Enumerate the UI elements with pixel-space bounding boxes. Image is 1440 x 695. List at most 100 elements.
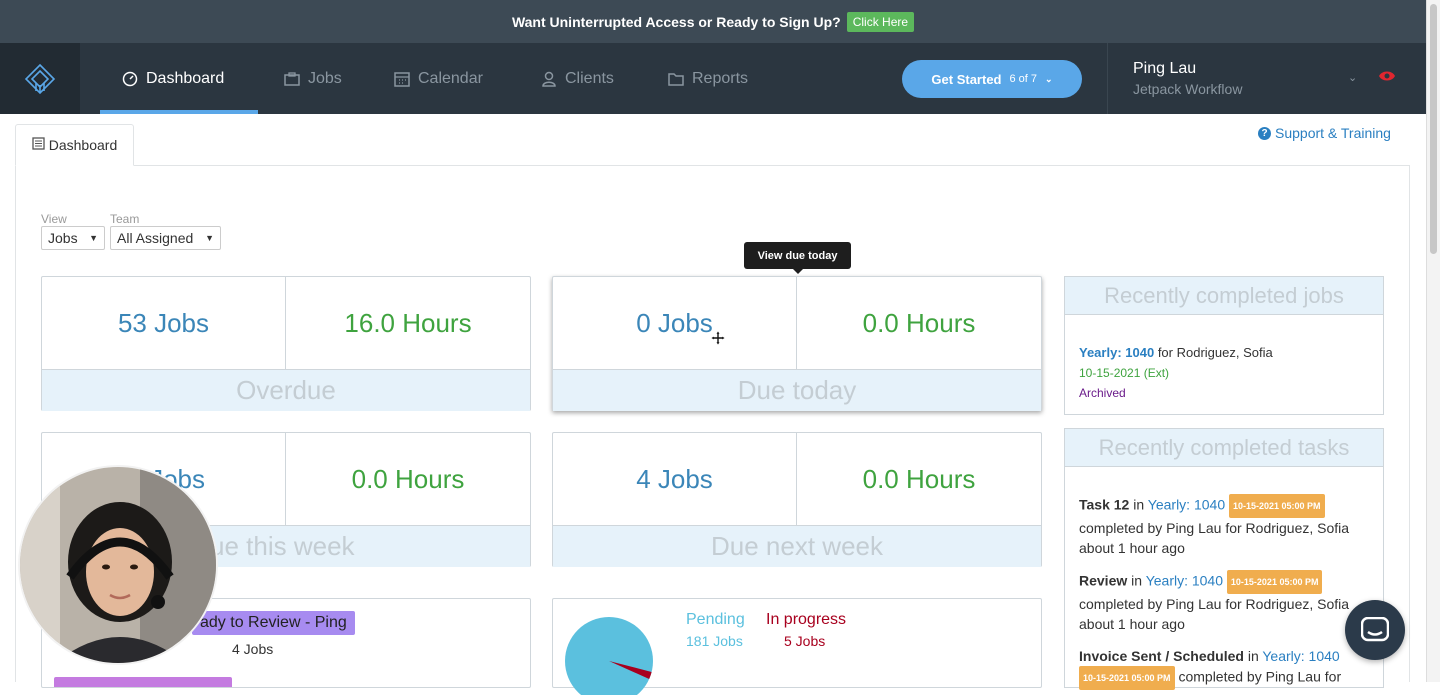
main-nav: Dashboard Jobs Calendar Clients Reports … (0, 43, 1426, 114)
recent-job-date: 10-15-2021 (Ext) (1079, 366, 1170, 380)
recent-tasks-card: Recently completed tasks Task 12 in Year… (1064, 428, 1384, 690)
nav-dashboard[interactable]: Dashboard (122, 43, 224, 114)
nav-calendar[interactable]: Calendar (394, 43, 483, 114)
due-next-week-jobs[interactable]: 4 Jobs (553, 433, 797, 525)
support-training-label: Support & Training (1275, 125, 1391, 141)
nav-active-indicator (100, 110, 258, 114)
view-select[interactable]: Jobs ▼ (41, 226, 105, 250)
click-here-button[interactable]: Click Here (846, 11, 915, 32)
team-select[interactable]: All Assigned ▼ (110, 226, 221, 250)
chevron-down-icon[interactable]: ⌄ (1348, 71, 1357, 84)
caret-down-icon: ▼ (89, 233, 98, 243)
task-item: Invoice Sent / Scheduled in Yearly: 1040… (1079, 646, 1379, 690)
webcam-overlay (18, 465, 218, 665)
task-job-link[interactable]: Yearly: 1040 (1262, 648, 1339, 664)
task-item: Review in Yearly: 1040 10-15-2021 05:00 … (1079, 570, 1379, 634)
chat-launcher-button[interactable] (1345, 600, 1405, 660)
dashboard-gauge-icon (122, 71, 138, 87)
pending-count: 181 Jobs (686, 633, 743, 649)
due-today-label: Due today (553, 369, 1041, 411)
get-started-button[interactable]: Get Started 6 of 7 ⌄ (902, 60, 1082, 98)
chevron-down-icon: ⌄ (1045, 73, 1053, 84)
recent-jobs-title: Recently completed jobs (1065, 277, 1383, 315)
task-job-link[interactable]: Yearly: 1040 (1148, 497, 1225, 513)
recent-job-status: Archived (1079, 386, 1126, 400)
task-date-badge: 10-15-2021 05:00 PM (1226, 570, 1323, 594)
user-org: Jetpack Workflow (1133, 81, 1243, 97)
chat-icon (1361, 617, 1389, 642)
recent-job-client: for Rodriguez, Sofia (1157, 345, 1273, 360)
tab-dashboard-label: Dashboard (48, 137, 118, 153)
help-circle-icon: ? (1258, 126, 1271, 140)
task-name: Task 12 (1079, 496, 1130, 513)
scrollbar-thumb[interactable] (1430, 4, 1437, 254)
eye-icon[interactable] (1378, 69, 1396, 87)
folder-icon (668, 71, 684, 87)
due-next-week-label: Due next week (553, 525, 1041, 567)
task-time-ago: about 1 hour ago (1079, 616, 1185, 632)
nav-jobs[interactable]: Jobs (284, 43, 342, 114)
nav-reports[interactable]: Reports (668, 43, 748, 114)
task-date-badge: 10-15-2021 05:00 PM (1229, 494, 1325, 518)
app-logo[interactable] (0, 43, 80, 114)
nav-clients[interactable]: Clients (541, 43, 614, 114)
task-time-ago: about 1 hour ago (1079, 540, 1185, 556)
ready-to-review-badge[interactable]: ady to Review - Ping (192, 611, 355, 635)
recent-tasks-title: Recently completed tasks (1065, 429, 1383, 467)
pending-label: Pending (686, 611, 745, 628)
view-due-today-tooltip: View due today (744, 242, 851, 274)
nav-reports-label: Reports (692, 69, 749, 87)
get-started-progress: 6 of 7 (1009, 73, 1038, 85)
team-select-value: All Assigned (117, 230, 194, 246)
user-menu[interactable]: Ping Lau Jetpack Workflow ⌄ (1107, 43, 1426, 114)
task-completed-by: completed by Ping Lau for (1178, 668, 1342, 685)
pie-slice-pending[interactable] (565, 617, 653, 695)
task-item: Task 12 in Yearly: 1040 10-15-2021 05:00… (1079, 494, 1379, 558)
webcam-person-image (20, 467, 216, 663)
overdue-label: Overdue (42, 369, 530, 411)
nav-dashboard-label: Dashboard (146, 69, 225, 87)
in-progress-label: In progress (766, 611, 847, 628)
nav-clients-label: Clients (565, 69, 614, 87)
caret-down-icon: ▼ (205, 233, 214, 243)
move-cursor-icon (710, 330, 726, 351)
banner-message: Want Uninterrupted Access or Ready to Si… (511, 13, 841, 30)
due-today-jobs[interactable]: 0 Jobs (553, 277, 797, 369)
job-status-card[interactable]: Pending 181 Jobs In progress 5 Jobs (552, 598, 1042, 695)
task-job-link[interactable]: Yearly: 1040 (1146, 573, 1223, 589)
task-completed-by: completed by Ping Lau for Rodriguez, Sof… (1079, 596, 1350, 612)
calendar-icon (394, 71, 410, 87)
task-name: Review (1079, 572, 1128, 589)
view-select-value: Jobs (48, 230, 78, 246)
jetpack-logo-icon (24, 63, 56, 94)
support-training-link[interactable]: ? Support & Training (1258, 125, 1391, 141)
user-icon (541, 71, 557, 87)
user-name: Ping Lau (1133, 60, 1197, 77)
view-filter-label: View (41, 212, 67, 226)
task-date-badge: 10-15-2021 05:00 PM (1079, 666, 1175, 690)
briefcase-icon (284, 71, 300, 87)
recent-jobs-card: Recently completed jobs Yearly: 1040 for… (1064, 276, 1384, 415)
list-icon (32, 137, 45, 153)
in-progress-count: 5 Jobs (784, 633, 826, 649)
ready-to-review-count: 4 Jobs (232, 641, 274, 657)
announcement-banner: Want Uninterrupted Access or Ready to Si… (0, 0, 1426, 43)
status-badge (54, 677, 232, 687)
overdue-hours[interactable]: 16.0 Hours (286, 277, 530, 369)
get-started-label: Get Started (931, 71, 1002, 87)
recent-job-link[interactable]: Yearly: 1040 (1079, 345, 1154, 360)
due-today-card[interactable]: 0 Jobs 0.0 Hours Due today (552, 276, 1042, 411)
nav-jobs-label: Jobs (308, 69, 342, 87)
due-next-week-card[interactable]: 4 Jobs 0.0 Hours Due next week (552, 432, 1042, 567)
due-next-week-hours[interactable]: 0.0 Hours (797, 433, 1041, 525)
status-pie-chart[interactable] (563, 615, 655, 695)
overdue-jobs[interactable]: 53 Jobs (42, 277, 286, 369)
task-completed-by: completed by Ping Lau for Rodriguez, Sof… (1079, 520, 1350, 536)
task-name: Invoice Sent / Scheduled (1079, 648, 1244, 664)
due-this-week-hours[interactable]: 0.0 Hours (286, 433, 530, 525)
overdue-card[interactable]: 53 Jobs 16.0 Hours Overdue (41, 276, 531, 411)
due-today-hours[interactable]: 0.0 Hours (797, 277, 1041, 369)
nav-calendar-label: Calendar (418, 69, 483, 87)
team-filter-label: Team (110, 212, 140, 226)
tab-dashboard[interactable]: Dashboard (15, 124, 134, 166)
